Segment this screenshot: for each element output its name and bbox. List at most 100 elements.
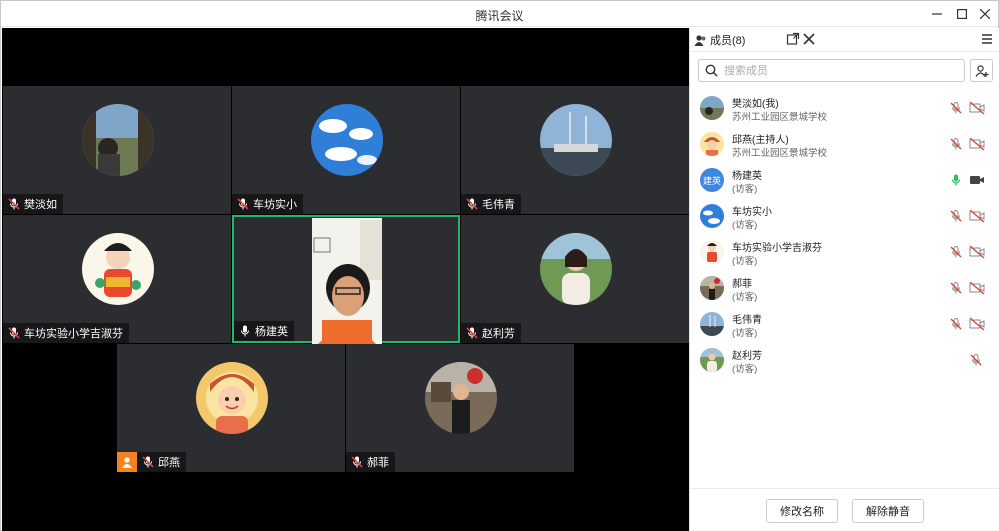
- member-org: (访客): [732, 364, 758, 375]
- participant-name: 车坊实小: [253, 199, 297, 211]
- avatar: [425, 362, 497, 434]
- maximize-button[interactable]: [951, 4, 973, 24]
- mic-muted-icon: [8, 327, 20, 339]
- member-name: 郝菲: [732, 279, 752, 290]
- camera-off-icon[interactable]: [969, 101, 985, 115]
- mic-muted-icon: [8, 198, 20, 210]
- close-button[interactable]: [974, 4, 996, 24]
- member-row[interactable]: 建英 杨建英 (访客): [690, 162, 999, 198]
- title-bar: 腾讯会议: [1, 1, 998, 27]
- participant-name: 毛伟青: [482, 199, 515, 211]
- mic-muted-icon[interactable]: [949, 101, 963, 115]
- member-name: 车坊实验小学吉淑芬: [732, 243, 822, 254]
- minimize-button[interactable]: [926, 4, 948, 24]
- search-input[interactable]: [724, 64, 944, 77]
- camera-off-icon[interactable]: [969, 137, 985, 151]
- video-tile[interactable]: 邱燕: [117, 344, 345, 472]
- camera-on-icon[interactable]: [969, 173, 985, 187]
- panel-close-button[interactable]: [802, 32, 816, 46]
- video-tile[interactable]: 郝菲: [346, 344, 574, 472]
- avatar: [540, 233, 612, 305]
- member-avatar: [700, 312, 724, 336]
- member-name: 毛伟青: [732, 315, 762, 326]
- member-row[interactable]: 赵利芳 (访客): [690, 342, 999, 378]
- avatar: [311, 104, 383, 176]
- mic-muted-icon[interactable]: [949, 281, 963, 295]
- video-tile[interactable]: 毛伟青: [461, 86, 689, 214]
- participant-name: 邱燕: [158, 457, 180, 469]
- member-name: 邱燕(主持人): [732, 135, 789, 146]
- member-row[interactable]: 车坊实小 (访客): [690, 198, 999, 234]
- nameplate: 樊淡如: [3, 194, 63, 214]
- search-icon: [705, 64, 718, 77]
- member-row[interactable]: 樊淡如(我) 苏州工业园区景城学校: [690, 90, 999, 126]
- member-avatar: [700, 204, 724, 228]
- nameplate: 郝菲: [346, 452, 395, 472]
- avatar: [82, 104, 154, 176]
- camera-off-icon[interactable]: [969, 209, 985, 223]
- mic-muted-icon[interactable]: [949, 317, 963, 331]
- unmute-button[interactable]: 解除静音: [852, 499, 924, 523]
- video-tile[interactable]: 车坊实验小学吉淑芬: [3, 215, 231, 343]
- panel-menu-button[interactable]: [980, 32, 994, 46]
- avatar: [82, 233, 154, 305]
- member-avatar: [700, 276, 724, 300]
- participant-name: 郝菲: [367, 457, 389, 469]
- nameplate: 车坊实小: [232, 194, 303, 214]
- mic-muted-icon[interactable]: [949, 245, 963, 259]
- mic-muted-icon[interactable]: [969, 353, 983, 367]
- mic-muted-icon[interactable]: [949, 137, 963, 151]
- popout-button[interactable]: [786, 32, 800, 46]
- camera-off-icon[interactable]: [969, 245, 985, 259]
- host-user-icon: [122, 457, 132, 468]
- member-row[interactable]: 邱燕(主持人) 苏州工业园区景城学校: [690, 126, 999, 162]
- video-stage: 樊淡如 车坊实小 毛伟青 车坊实验小学吉淑芬 杨建英 赵利芳 邱燕 郝菲: [2, 28, 689, 531]
- participant-name: 车坊实验小学吉淑芬: [24, 328, 123, 340]
- camera-off-icon[interactable]: [969, 317, 985, 331]
- member-name: 车坊实小: [732, 207, 772, 218]
- member-org: 苏州工业园区景城学校: [732, 112, 828, 123]
- hamburger-menu-icon: [982, 34, 992, 44]
- nameplate: 杨建英: [234, 321, 294, 341]
- member-org: (访客): [732, 328, 758, 339]
- nameplate: 车坊实验小学吉淑芬: [3, 323, 129, 343]
- member-search-box[interactable]: [698, 59, 965, 82]
- mic-muted-icon: [466, 327, 478, 339]
- tab-members[interactable]: 成员(8): [694, 32, 745, 48]
- member-org: (访客): [732, 220, 758, 231]
- member-row[interactable]: 车坊实验小学吉淑芬 (访客): [690, 234, 999, 270]
- member-name: 赵利芳: [732, 351, 762, 362]
- rename-button[interactable]: 修改名称: [766, 499, 838, 523]
- nameplate: 邱燕: [117, 452, 186, 472]
- minimize-icon: [932, 13, 942, 15]
- host-badge: [117, 452, 137, 472]
- members-icon: [694, 34, 706, 46]
- mic-muted-icon: [142, 456, 154, 468]
- avatar: [196, 362, 268, 434]
- mic-muted-icon: [351, 456, 363, 468]
- mic-on-icon[interactable]: [949, 173, 963, 187]
- video-tile[interactable]: 赵利芳: [461, 215, 689, 343]
- member-row[interactable]: 郝菲 (访客): [690, 270, 999, 306]
- avatar: [540, 104, 612, 176]
- panel-footer: 修改名称 解除静音: [690, 488, 999, 531]
- member-org: 苏州工业园区景城学校: [732, 148, 828, 159]
- video-tile-active-speaker[interactable]: 杨建英: [232, 215, 460, 344]
- member-name: 樊淡如(我): [732, 99, 779, 110]
- mic-muted-icon[interactable]: [949, 209, 963, 223]
- video-tile[interactable]: 樊淡如: [3, 86, 231, 214]
- camera-off-icon[interactable]: [969, 281, 985, 295]
- member-name: 杨建英: [732, 171, 762, 182]
- member-row[interactable]: 毛伟青 (访客): [690, 306, 999, 342]
- invite-member-button[interactable]: [970, 59, 993, 82]
- close-icon: [980, 9, 990, 19]
- avatar-initials: 建英: [702, 175, 721, 186]
- participant-name: 赵利芳: [482, 328, 515, 340]
- video-tile[interactable]: 车坊实小: [232, 86, 460, 214]
- participant-name: 杨建英: [255, 326, 288, 338]
- mic-muted-icon: [237, 198, 249, 210]
- member-org: (访客): [732, 292, 758, 303]
- nameplate: 毛伟青: [461, 194, 521, 214]
- member-avatar: [700, 96, 724, 120]
- participant-name: 樊淡如: [24, 199, 57, 211]
